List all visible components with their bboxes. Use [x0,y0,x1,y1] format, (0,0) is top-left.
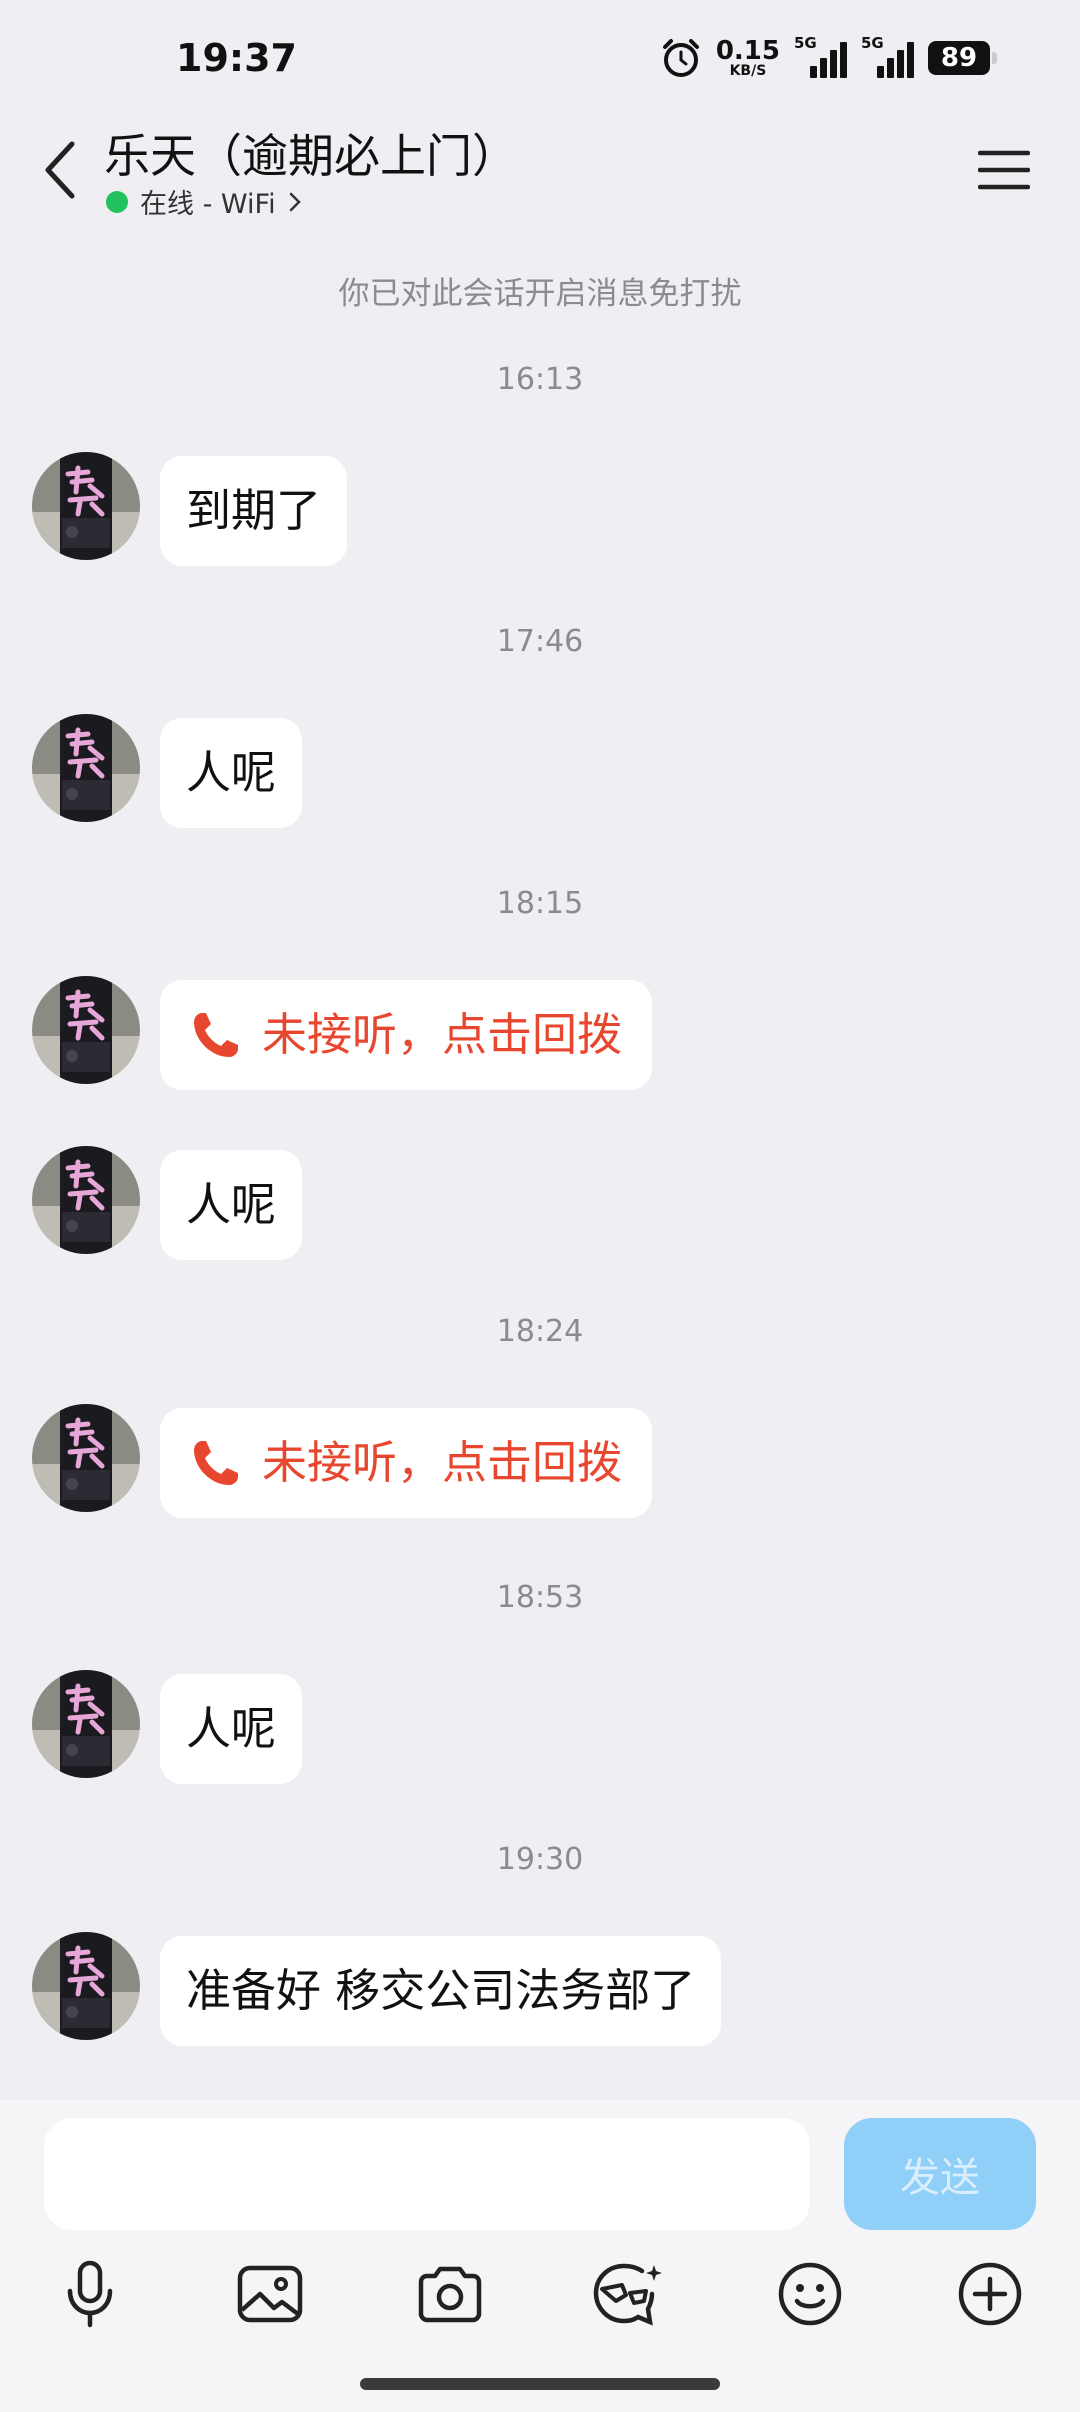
camera-icon [418,2266,482,2323]
emoji-icon [778,2262,842,2326]
status-bar: 19:37 0.15 KB/S 5G 5G 89 [0,0,1080,110]
message-input[interactable] [44,2118,810,2230]
input-panel: 发送 [0,2100,1080,2412]
avatar[interactable] [32,714,140,822]
message-row: 人呢 [32,1670,303,1784]
phone-icon [194,1441,238,1485]
avatar-image [32,714,140,822]
message-row: 未接听，点击回拨 [32,1404,653,1518]
voice-button[interactable] [48,2252,132,2336]
avatar[interactable] [32,1404,140,1512]
menu-button[interactable] [976,140,1032,200]
status-time: 19:37 [176,36,297,80]
microphone-icon [67,2260,113,2328]
message-bubble[interactable]: 准备好 移交公司法务部了 [160,1936,722,2046]
back-button[interactable] [30,130,90,210]
sticker-icon [593,2263,662,2326]
avatar[interactable] [32,1670,140,1778]
emoji-button[interactable] [768,2252,852,2336]
menu-icon [978,150,1030,190]
message-row: 人呢 [32,714,303,828]
timestamp: 19:30 [496,1842,584,1877]
chat-title[interactable]: 乐天（逾期必上门） [104,120,518,186]
message-row: 未接听，点击回拨 [32,976,653,1090]
avatar[interactable] [32,452,140,560]
message-row: 到期了 [32,452,348,566]
sticker-button[interactable] [586,2252,670,2336]
back-arrow-icon [45,141,75,199]
camera-button[interactable] [408,2252,492,2336]
home-indicator[interactable] [360,2378,720,2390]
input-toolbar [0,2252,1080,2342]
timestamp: 17:46 [496,624,584,659]
message-bubble[interactable]: 人呢 [160,718,303,828]
missed-call-bubble[interactable]: 未接听，点击回拨 [160,1408,653,1518]
sim1-network-tag: 5G [794,34,817,52]
signal-icon: 5G [861,34,914,78]
avatar-image [32,1146,140,1254]
avatar-image [32,976,140,1084]
net-speed: 0.15 KB/S [716,38,780,78]
status-icons: 0.15 KB/S 5G 5G 89 [660,32,997,84]
timestamp: 16:13 [496,362,584,397]
avatar[interactable] [32,1932,140,2040]
gallery-button[interactable] [228,2252,312,2336]
chat-header: 乐天（逾期必上门） 在线 - WiFi [0,110,1080,230]
phone-icon [194,1013,238,1057]
net-speed-value: 0.15 [715,36,780,66]
message-bubble[interactable]: 到期了 [160,456,348,566]
more-button[interactable] [948,2252,1032,2336]
online-dot [106,190,128,213]
missed-call-label: 未接听，点击回拨 [262,1436,623,1489]
timestamp: 18:15 [496,886,584,921]
avatar[interactable] [32,976,140,1084]
alarm-icon [662,39,699,77]
signal-icon: 5G [794,34,847,78]
avatar-image [32,1404,140,1512]
net-speed-unit: KB/S [729,63,767,79]
plus-icon [958,2262,1022,2326]
chevron-right-icon [289,192,301,211]
image-icon [237,2265,303,2323]
presence-status[interactable]: 在线 - WiFi [106,182,302,221]
avatar[interactable] [32,1146,140,1254]
timestamp: 18:24 [496,1314,584,1349]
presence-label: 在线 - WiFi [140,189,276,220]
message-bubble[interactable]: 人呢 [160,1150,303,1260]
timestamp: 18:53 [496,1580,584,1615]
sim2-network-tag: 5G [861,34,884,52]
avatar-image [32,1932,140,2040]
missed-call-bubble[interactable]: 未接听，点击回拨 [160,980,653,1090]
avatar-image [32,452,140,560]
chat-screen: 19:37 0.15 KB/S 5G 5G 89 乐天（逾期必上门） 在线 - … [0,0,1080,2412]
missed-call-label: 未接听，点击回拨 [262,1008,623,1061]
avatar-image [32,1670,140,1778]
battery-icon: 89 [928,41,997,75]
send-button[interactable]: 发送 [844,2118,1036,2230]
mute-notice: 你已对此会话开启消息免打扰 [338,276,742,312]
message-row: 人呢 [32,1146,303,1260]
message-row: 准备好 移交公司法务部了 [32,1932,722,2046]
message-bubble[interactable]: 人呢 [160,1674,303,1784]
